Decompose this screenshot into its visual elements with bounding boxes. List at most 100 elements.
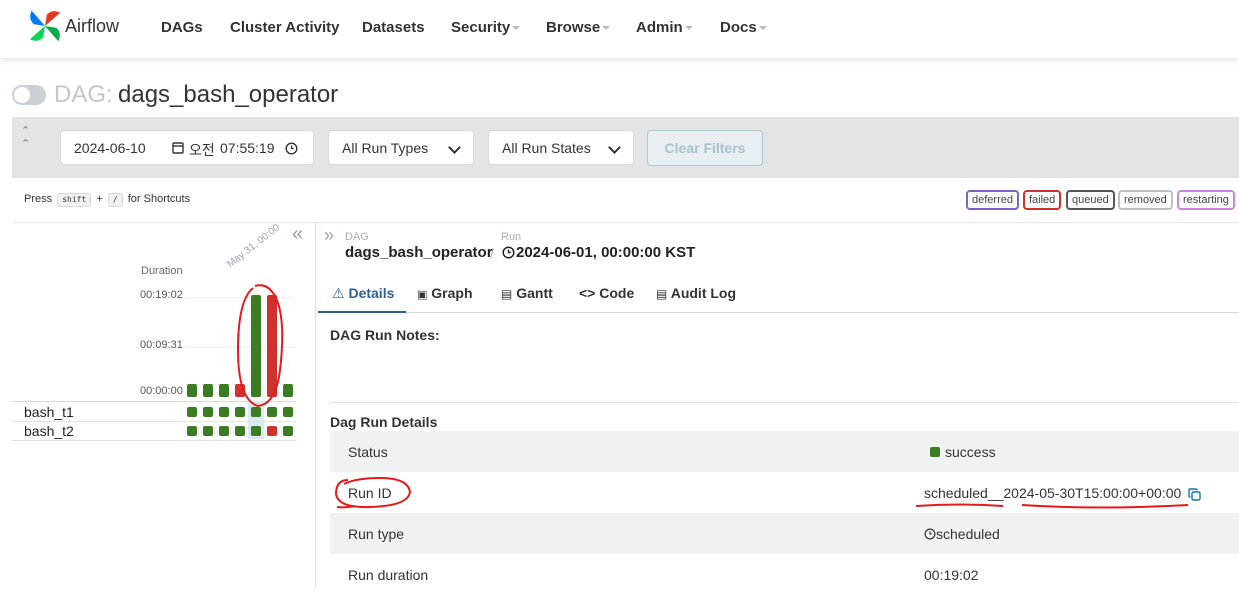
detail-key: Run ID (348, 485, 392, 501)
legend-deferred[interactable]: deferred (966, 190, 1019, 210)
status-value: success (930, 444, 996, 460)
nav-browse[interactable]: Browse (546, 19, 611, 36)
nav-admin[interactable]: Admin (636, 19, 693, 36)
run-type-value: scheduled (924, 526, 1000, 542)
task-instance-cell[interactable] (267, 407, 277, 417)
clear-filters-button[interactable]: Clear Filters (647, 130, 763, 166)
task-instance-cell[interactable] (235, 407, 245, 417)
shortcut-hint: Press shift + / for Shortcuts (24, 193, 190, 207)
detail-row-status: Status success (330, 431, 1239, 472)
airflow-logo-icon[interactable] (26, 7, 64, 45)
gridline (187, 297, 295, 298)
crumb-separator: / (490, 245, 494, 261)
run-types-select[interactable]: All Run Types (328, 130, 474, 165)
clock-icon (502, 246, 515, 259)
run-states-select[interactable]: All Run States (488, 130, 634, 165)
task-instance-cell[interactable] (187, 426, 197, 436)
legend-removed[interactable]: removed (1118, 190, 1173, 210)
nav-dags[interactable]: DAGs (161, 19, 203, 36)
slash-key: / (107, 193, 123, 207)
run-duration-bar[interactable] (251, 295, 261, 397)
nav-security[interactable]: Security (451, 19, 521, 36)
task-instance-cell[interactable] (203, 426, 213, 436)
top-navbar: Airflow DAGs Cluster Activity Datasets S… (0, 0, 1239, 58)
graph-icon: ▣ (417, 289, 428, 301)
warning-icon: ⚠ (332, 285, 345, 301)
run-id-value: scheduled__2024-05-30T15:00:00+00:00 (924, 485, 1201, 501)
run-duration-bar[interactable] (203, 384, 213, 397)
crumb-dag-label: DAG (345, 231, 369, 243)
legend-queued[interactable]: queued (1066, 190, 1115, 210)
shortcut-plus: + (96, 193, 103, 205)
detail-row-run-id: Run ID scheduled__2024-05-30T15:00:00+00… (330, 472, 1239, 513)
run-types-value: All Run Types (342, 140, 429, 156)
task-instance-cell[interactable] (203, 407, 213, 417)
expand-grid-icon[interactable]: » (324, 225, 334, 246)
filter-bar: ⌃ ⌃ 2024-06-10 오전 07:55:19 All Run Types … (12, 117, 1239, 178)
nav-datasets[interactable]: Datasets (362, 19, 425, 36)
collapse-grid-icon[interactable]: « (292, 223, 303, 246)
run-duration-bar[interactable] (187, 384, 197, 397)
clock-icon[interactable] (285, 142, 298, 155)
duration-label: Duration (141, 265, 183, 277)
crumb-dag-link[interactable]: dags_bash_operator (345, 244, 493, 261)
nav-docs[interactable]: Docs (720, 19, 767, 36)
task-instance-cell[interactable] (267, 426, 277, 436)
copy-icon[interactable] (1188, 488, 1201, 501)
tab-details[interactable]: ⚠ Details (332, 285, 394, 302)
duration-tick: 00:19:02 (140, 289, 183, 301)
chevron-down-icon (448, 141, 461, 154)
chevron-down-icon (684, 26, 693, 31)
crumb-run-link[interactable]: 2024-06-01, 00:00:00 KST (516, 244, 695, 261)
duration-tick: 00:09:31 (140, 339, 183, 351)
run-states-value: All Run States (502, 140, 591, 156)
detail-row-run-type: Run type scheduled (330, 513, 1239, 554)
toggle-knob (14, 87, 30, 103)
nav-cluster-activity[interactable]: Cluster Activity (230, 19, 339, 36)
document-icon: ▤ (656, 287, 668, 301)
legend-restarting[interactable]: restarting (1177, 190, 1235, 210)
task-row-bash-t1[interactable]: bash_t1 (12, 403, 296, 422)
tab-audit-log[interactable]: ▤ Audit Log (656, 285, 736, 301)
task-name[interactable]: bash_t2 (24, 423, 74, 439)
chevron-down-icon (602, 26, 611, 31)
duration-tick: 00:00:00 (140, 385, 183, 397)
time-value: 07:55:19 (220, 140, 275, 156)
legend-failed[interactable]: failed (1023, 190, 1062, 210)
tabs-divider (318, 312, 1239, 313)
task-instance-cell[interactable] (251, 407, 261, 417)
task-name[interactable]: bash_t1 (24, 404, 74, 420)
task-instance-cell[interactable] (219, 407, 229, 417)
run-duration-bar[interactable] (283, 384, 293, 397)
run-duration-value: 00:19:02 (924, 567, 979, 583)
collapse-up-icon[interactable]: ⌃ ⌃ (21, 124, 30, 150)
tab-code[interactable]: <> Code (579, 285, 634, 301)
run-date-tick: May 31, 00:00 (225, 222, 282, 270)
task-instance-cell[interactable] (187, 407, 197, 417)
run-duration-bar[interactable] (235, 384, 245, 397)
row-divider (12, 440, 296, 441)
detail-key: Run duration (348, 567, 429, 583)
active-tab-indicator (318, 311, 406, 313)
task-instance-cell[interactable] (251, 426, 261, 436)
tab-gantt[interactable]: ▤ Gantt (501, 285, 553, 301)
ampm-value: 오전 (189, 142, 215, 158)
task-instance-cell[interactable] (219, 426, 229, 436)
task-instance-cell[interactable] (283, 426, 293, 436)
chevron-down-icon (758, 26, 767, 31)
clock-icon (924, 528, 936, 540)
task-row-bash-t2[interactable]: bash_t2 (12, 422, 296, 441)
base-date-input[interactable]: 2024-06-10 오전 07:55:19 (60, 130, 314, 165)
shortcut-suffix: for Shortcuts (127, 193, 191, 205)
tab-graph[interactable]: ▣ Graph (417, 285, 473, 301)
run-duration-bar[interactable] (267, 295, 277, 397)
brand-name[interactable]: Airflow (65, 16, 119, 37)
run-duration-bar[interactable] (219, 384, 229, 397)
task-instance-cell[interactable] (235, 426, 245, 436)
calendar-icon[interactable] (172, 141, 184, 154)
dag-pause-toggle[interactable] (12, 85, 46, 105)
dag-run-details-title: Dag Run Details (330, 414, 438, 430)
dag-title[interactable]: dags_bash_operator (118, 81, 338, 109)
gantt-icon: ▤ (501, 287, 513, 301)
task-instance-cell[interactable] (283, 407, 293, 417)
